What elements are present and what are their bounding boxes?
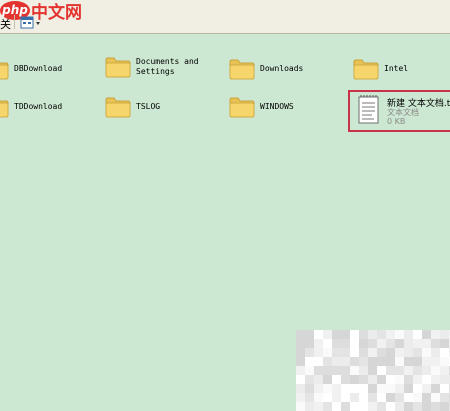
views-button[interactable] <box>20 15 42 29</box>
folder-icon <box>229 97 255 118</box>
folder-icon <box>0 62 9 80</box>
toolbar: php 中文网 关 <box>0 0 450 34</box>
folder-icon <box>0 100 9 118</box>
folder-label: Intel <box>384 64 409 73</box>
folder-item[interactable]: DBDownload <box>0 57 62 81</box>
folder-item[interactable]: TSLOG <box>104 95 160 119</box>
folder-item[interactable]: Intel <box>352 57 408 81</box>
views-icon <box>20 16 40 29</box>
folder-label: Documents and Settings <box>136 57 199 76</box>
folder-label: TDDownload <box>14 102 63 111</box>
folder-icon <box>105 97 131 118</box>
close-button[interactable]: 关 <box>0 16 11 32</box>
folder-item[interactable]: Downloads <box>228 57 303 81</box>
folder-label: TSLOG <box>136 102 161 111</box>
text-file-item[interactable]: 新建 文本文档.t 文本文档 0 KB <box>356 94 450 130</box>
watermark-mosaic <box>296 330 450 411</box>
folder-label: WINDOWS <box>260 102 294 111</box>
toolbar-separator <box>14 15 15 29</box>
folder-icon <box>229 59 255 80</box>
folder-item[interactable]: TDDownload <box>0 95 62 119</box>
folder-icon <box>353 59 379 80</box>
folder-item[interactable]: Documents and Settings <box>104 55 199 79</box>
folder-item[interactable]: WINDOWS <box>228 95 294 119</box>
text-document-icon <box>358 95 379 124</box>
file-size: 0 KB <box>387 117 406 126</box>
folder-label: Downloads <box>260 64 304 73</box>
folder-label: DBDownload <box>14 64 63 73</box>
folder-icon <box>105 57 131 78</box>
